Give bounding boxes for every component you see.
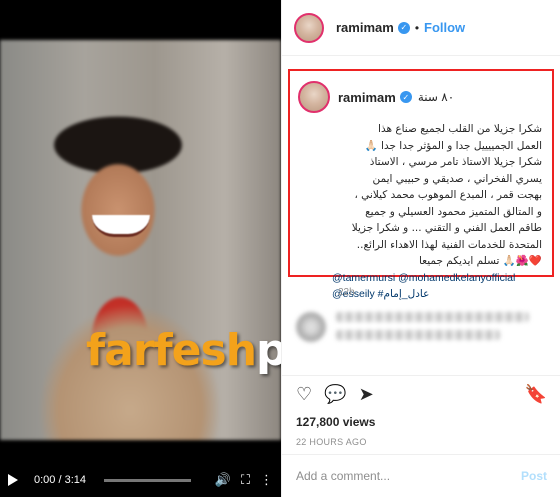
video-time: 0:00 / 3:14 [34, 474, 86, 486]
caption-header: ramimam ✓ ٨٠ سنة [298, 81, 542, 113]
comment-input[interactable] [296, 469, 521, 483]
post-panel: ramimam ✓ • Follow ramimam ✓ ٨٠ سنة شكرا… [281, 0, 560, 497]
caption-avatar[interactable] [298, 81, 330, 113]
caption-post-age: 22h [338, 287, 355, 298]
verified-icon: ✓ [399, 91, 412, 103]
progress-track[interactable] [104, 478, 191, 482]
actions-bar: ♡ 💬 ➤ 🔖 127,800 views 22 HOURS AGO [282, 375, 560, 447]
posted-time: 22 HOURS AGO [296, 437, 367, 447]
mention-links[interactable]: @tamermursi @mohamedkelanyofficial [332, 270, 542, 286]
watermark: farfeshplus [86, 325, 281, 376]
action-icons: ♡ 💬 ➤ 🔖 [296, 384, 547, 405]
fullscreen-icon[interactable]: ⛶ [241, 472, 250, 488]
separator-dot: • [414, 20, 420, 35]
caption-line: العمل الجمييييل جدا و المؤثر جدا جدا 🙏🏻 [364, 139, 542, 152]
header-username[interactable]: ramimam [336, 20, 394, 35]
caption-mentions: @tamermursi @mohamedkelanyofficial @esse… [298, 270, 542, 302]
caption-line: بهجت قمر ، المبدع الموهوب محمد كيلاني ، [354, 189, 542, 201]
bookmark-icon[interactable]: 🔖 [525, 384, 547, 405]
post-header: ramimam ✓ • Follow [282, 0, 560, 56]
caption-text: شكرا جزيلا من القلب لجميع صناع هذا العمل… [298, 121, 542, 270]
video-player[interactable]: farfeshplus 0:00 / 3:14 🔊 ⛶ ⋮ [0, 0, 281, 497]
comment-icon[interactable]: 💬 [324, 384, 346, 405]
more-icon[interactable]: ⋮ [260, 472, 273, 488]
heart-icon[interactable]: ♡ [296, 384, 312, 405]
caption-line: و المتالق المتميز محمود العسيلي و جميع [365, 205, 542, 218]
follow-button[interactable]: Follow [424, 20, 465, 35]
comment-row: Post [282, 454, 560, 497]
blurred-avatar [296, 312, 326, 342]
caption-line: شكرا جزيلا من القلب لجميع صناع هذا [378, 123, 542, 135]
caption-age: ٨٠ سنة [417, 90, 455, 104]
volume-icon[interactable]: 🔊 [215, 472, 231, 488]
caption-line: المتحدة للخدمات الفنية لهذا الاهداء الرا… [356, 238, 542, 251]
caption-line: طاقم العمل الفني و التقني ... و شكرا جزي… [351, 222, 542, 234]
share-icon[interactable]: ➤ [359, 384, 374, 405]
blurred-line [336, 330, 500, 340]
view-count[interactable]: 127,800 views [296, 415, 547, 429]
caption-line: يسري الفخراني ، صديقي و حبيبي ايمن [372, 172, 542, 185]
caption-highlight: ramimam ✓ ٨٠ سنة شكرا جزيلا من القلب لجم… [288, 69, 554, 300]
blurred-line [336, 312, 530, 322]
mention-hashtag-links[interactable]: @esseily #عادل_إمام [332, 286, 542, 302]
caption-line: ❤️🌺🙏🏻 تسلم ايديكم جميعا [418, 255, 542, 267]
blurred-comment [296, 312, 546, 352]
caption-username[interactable]: ramimam [338, 90, 396, 105]
caption-line: شكرا جزيلا الاستاذ تامر مرسي ، الاستاذ [369, 156, 542, 168]
verified-icon: ✓ [397, 21, 410, 34]
blurred-comment-text [336, 312, 546, 348]
post-button[interactable]: Post [521, 469, 547, 483]
video-frame [0, 40, 281, 440]
avatar[interactable] [294, 12, 324, 43]
video-controls: 0:00 / 3:14 🔊 ⛶ ⋮ [0, 463, 281, 497]
play-icon[interactable] [8, 474, 18, 486]
